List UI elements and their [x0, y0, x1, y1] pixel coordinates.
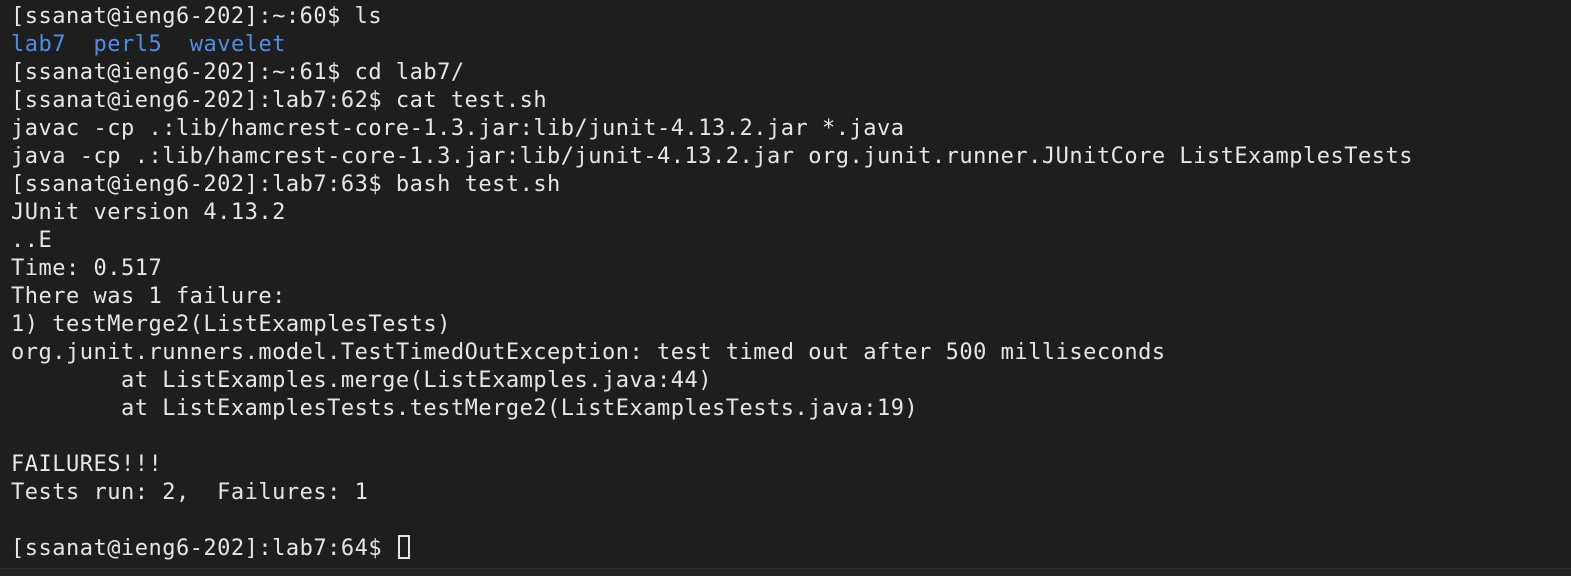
- terminal-line: [ssanat@ieng6-202]:~:60$ ls: [11, 4, 383, 29]
- terminal-line: ..E: [11, 228, 53, 253]
- prompt-line[interactable]: [ssanat@ieng6-202]:lab7:64$: [11, 535, 1571, 563]
- top-edge: [0, 0, 1571, 3]
- bottom-edge: [0, 568, 1571, 576]
- directory-entry: wavelet: [189, 32, 286, 57]
- terminal-line: Tests run: 2, Failures: 1: [11, 480, 369, 505]
- terminal-line: There was 1 failure:: [11, 284, 286, 309]
- ls-output-line: lab7 perl5 wavelet: [11, 31, 1571, 59]
- terminal-line: at ListExamplesTests.testMerge2(ListExam…: [11, 396, 919, 421]
- terminal-output[interactable]: [ssanat@ieng6-202]:~:60$ ls lab7 perl5 w…: [0, 0, 1571, 576]
- directory-entry: perl5: [93, 32, 163, 57]
- terminal-line: org.junit.runners.model.TestTimedOutExce…: [11, 340, 1166, 365]
- shell-prompt: [ssanat@ieng6-202]:lab7:64$: [11, 536, 396, 561]
- terminal-line: JUnit version 4.13.2: [11, 200, 286, 225]
- terminal-line: [ssanat@ieng6-202]:~:61$ cd lab7/: [11, 60, 465, 85]
- directory-entry: lab7: [11, 32, 66, 57]
- terminal-line: FAILURES!!!: [11, 452, 163, 477]
- terminal-line: at ListExamples.merge(ListExamples.java:…: [11, 368, 713, 393]
- terminal-line: [ssanat@ieng6-202]:lab7:62$ cat test.sh: [11, 88, 548, 113]
- text-cursor: [397, 535, 410, 559]
- terminal-line: Time: 0.517: [11, 256, 163, 281]
- terminal-line: javac -cp .:lib/hamcrest-core-1.3.jar:li…: [11, 116, 905, 141]
- terminal-line: 1) testMerge2(ListExamplesTests): [11, 312, 451, 337]
- terminal-line: [ssanat@ieng6-202]:lab7:63$ bash test.sh: [11, 172, 561, 197]
- terminal-scrollbar[interactable]: [1565, 0, 1571, 576]
- terminal-line: java -cp .:lib/hamcrest-core-1.3.jar:lib…: [11, 144, 1414, 169]
